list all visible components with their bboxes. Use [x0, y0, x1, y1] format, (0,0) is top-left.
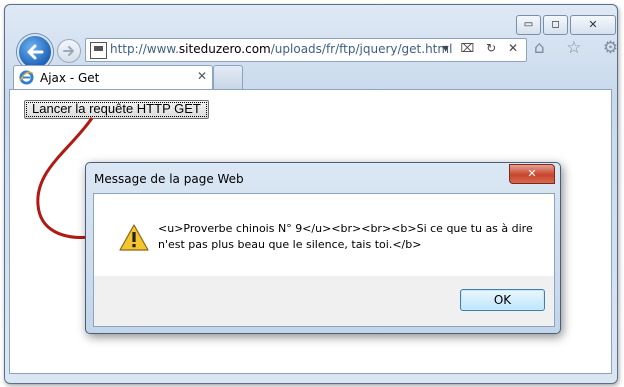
ok-button[interactable]: OK [460, 289, 545, 311]
dialog-message: <u>Proverbe chinois N° 9</u><br><br><b>S… [158, 222, 533, 251]
warning-icon [119, 224, 149, 251]
dialog-body: <u>Proverbe chinois N° 9</u><br><br><b>S… [93, 193, 555, 327]
message-dialog: Message de la page Web ✕ <u>Proverbe chi… [85, 162, 561, 334]
dialog-close-button[interactable]: ✕ [509, 164, 555, 184]
dialog-title: Message de la page Web [94, 172, 244, 186]
